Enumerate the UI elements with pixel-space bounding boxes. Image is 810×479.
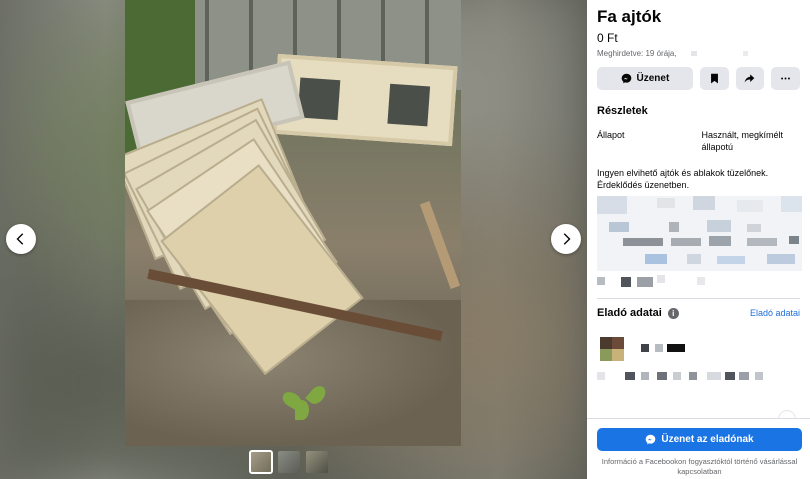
media-viewer — [0, 0, 587, 479]
details-scroll-area[interactable]: Fa ajtók 0 Ft Meghirdetve: 19 órája, Üze… — [587, 0, 810, 418]
info-icon[interactable]: i — [667, 307, 679, 319]
listed-time: Meghirdetve: 19 órája, — [597, 49, 800, 58]
details-heading: Részletek — [597, 105, 648, 117]
contact-seller-footer: Üzenet az eladónak Információ a Facebook… — [587, 418, 810, 479]
seller-details-link[interactable]: Eladó adatai — [750, 308, 800, 318]
seller-header: Eladó adatai i Eladó adatai — [597, 307, 800, 319]
bookmark-icon — [710, 73, 718, 84]
condition-label: Állapot — [597, 130, 625, 140]
message-seller-label: Üzenet az eladónak — [661, 434, 754, 445]
seller-heading: Eladó adatai — [597, 307, 662, 319]
listing-photo[interactable] — [125, 0, 461, 446]
redacted-content — [597, 196, 802, 271]
marketplace-listing-view: Fa ajtók 0 Ft Meghirdetve: 19 órája, Üze… — [0, 0, 810, 479]
listing-price: 0 Ft — [597, 31, 618, 45]
messenger-icon — [646, 434, 656, 445]
next-photo-button[interactable] — [551, 224, 581, 254]
message-button-label: Üzenet — [636, 73, 670, 84]
photo-thumbnails — [249, 450, 328, 474]
redacted-line — [597, 275, 800, 289]
share-icon — [745, 74, 755, 83]
chevron-right-icon — [563, 233, 571, 245]
message-seller-button[interactable]: Üzenet az eladónak — [597, 428, 802, 451]
listing-details-panel: Fa ajtók 0 Ft Meghirdetve: 19 órája, Üze… — [587, 0, 810, 479]
seller-avatar[interactable] — [600, 337, 624, 361]
save-button[interactable] — [699, 67, 729, 90]
condition-value: Használt, megkímélt állapotú — [701, 130, 783, 152]
condition-row: Állapot Használt, megkímélt állapotú — [597, 129, 800, 153]
more-options-button[interactable] — [771, 67, 800, 90]
thumbnail-3[interactable] — [306, 451, 328, 473]
messenger-icon — [621, 73, 631, 84]
seller-profile[interactable] — [597, 337, 800, 380]
action-buttons: Üzenet — [597, 67, 800, 90]
thumbnail-1[interactable] — [249, 450, 273, 474]
section-divider — [597, 298, 800, 299]
chevron-left-icon — [16, 233, 24, 245]
share-button[interactable] — [735, 67, 765, 90]
consumer-purchase-info-link[interactable]: Információ a Facebookon fogyasztóktól tö… — [597, 457, 802, 477]
more-dots-icon — [781, 77, 791, 80]
thumbnail-2[interactable] — [278, 451, 300, 473]
listing-title: Fa ajtók — [597, 7, 662, 26]
previous-photo-button[interactable] — [6, 224, 36, 254]
message-button[interactable]: Üzenet — [597, 67, 693, 90]
listing-description: Ingyen elvihető ajtók és ablakok tüzelőn… — [597, 168, 769, 190]
